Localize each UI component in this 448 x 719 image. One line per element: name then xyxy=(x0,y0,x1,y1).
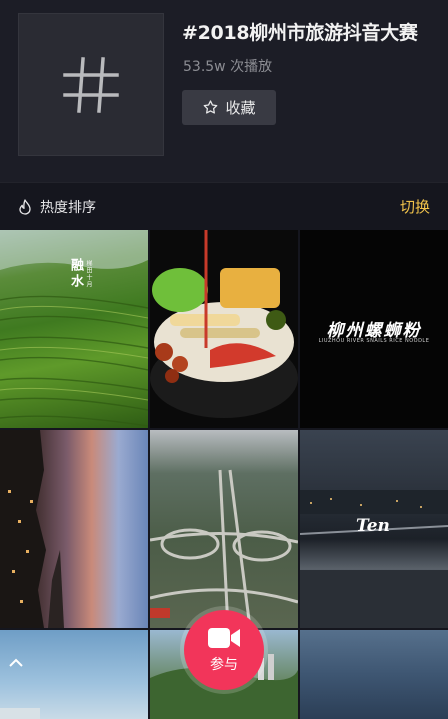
hash-icon xyxy=(63,56,119,113)
switch-button[interactable]: 切换 xyxy=(400,196,430,217)
video-thumbnail[interactable] xyxy=(0,430,148,628)
video-thumbnail[interactable] xyxy=(150,430,298,628)
topic-title: #2018柳州市旅游抖音大赛 xyxy=(182,22,418,44)
star-outline-icon xyxy=(204,100,218,114)
favorite-label: 收藏 xyxy=(225,99,256,117)
video-overlay-title: Ten xyxy=(356,516,390,536)
interchange-scene xyxy=(150,469,298,628)
join-label: 参与 xyxy=(210,657,238,673)
sky-scene xyxy=(0,658,40,719)
play-count: 53.5w 次播放 xyxy=(183,59,273,75)
video-thumbnail[interactable]: Ten xyxy=(300,430,448,628)
flame-icon xyxy=(19,198,31,215)
sort-bar: 热度排序 切换 xyxy=(0,182,448,230)
sort-option[interactable]: 热度排序 xyxy=(18,197,96,217)
video-thumbnail[interactable] xyxy=(0,630,148,719)
topic-header: #2018柳州市旅游抖音大赛 53.5w 次播放 收藏 xyxy=(0,0,448,182)
favorite-button[interactable]: 收藏 xyxy=(182,90,276,125)
noodle-bowl xyxy=(150,230,298,418)
video-thumbnail[interactable]: 融水 梯田十月 xyxy=(0,230,148,428)
topic-cover xyxy=(18,13,164,156)
video-thumbnail[interactable]: 柳州螺蛳粉 LIUZHOU RIVER SNAILS RICE NOODLE xyxy=(300,230,448,428)
video-overlay-subtitle: 梯田十月 xyxy=(85,260,92,288)
video-overlay-subtitle: LIUZHOU RIVER SNAILS RICE NOODLE xyxy=(318,338,430,344)
join-button[interactable]: 参与 xyxy=(184,610,264,690)
video-thumbnail[interactable] xyxy=(150,230,298,428)
video-thumbnail[interactable] xyxy=(300,630,448,719)
video-camera-icon xyxy=(208,628,240,648)
dusk-city xyxy=(0,430,64,628)
video-overlay-title: 融水 xyxy=(68,258,83,290)
sort-label: 热度排序 xyxy=(40,199,96,216)
